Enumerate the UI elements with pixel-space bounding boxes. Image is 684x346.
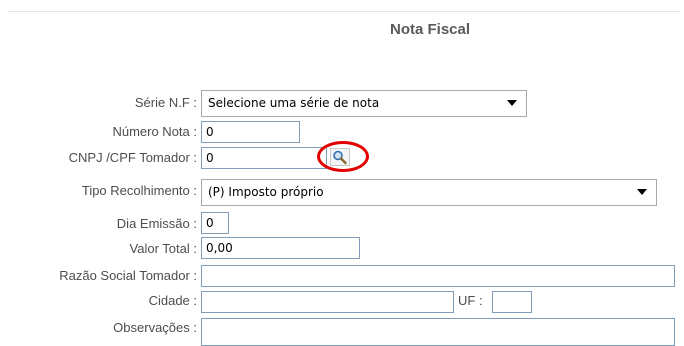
uf-input[interactable] <box>492 291 532 313</box>
numero-nota-label: Número Nota : <box>112 124 197 139</box>
highlight-circle <box>317 141 369 172</box>
numero-nota-input[interactable]: 0 <box>201 121 300 143</box>
tipo-recolhimento-selected-value: (P) Imposto próprio <box>208 185 324 199</box>
observacoes-label: Observações : <box>113 320 197 335</box>
razao-social-label: Razão Social Tomador : <box>59 268 197 283</box>
valor-total-label: Valor Total : <box>129 241 197 256</box>
dia-emissao-input[interactable]: 0 <box>201 212 229 234</box>
uf-label: UF : <box>458 293 483 308</box>
cnpj-label: CNPJ /CPF Tomador : <box>68 150 197 165</box>
tipo-recolhimento-label: Tipo Recolhimento : <box>81 183 197 198</box>
serie-select[interactable]: Selecione uma série de nota <box>201 90 527 117</box>
chevron-down-icon <box>637 189 647 195</box>
cidade-input[interactable] <box>201 291 454 313</box>
chevron-down-icon <box>507 100 517 106</box>
tipo-recolhimento-select[interactable]: (P) Imposto próprio <box>201 179 657 206</box>
valor-total-input[interactable]: 0,00 <box>201 237 360 259</box>
serie-label: Série N.F : <box>134 95 197 110</box>
cnpj-input[interactable]: 0 <box>201 147 327 169</box>
serie-selected-value: Selecione uma série de nota <box>208 96 380 110</box>
dia-emissao-label: Dia Emissão : <box>116 216 197 231</box>
cidade-label: Cidade : <box>148 293 197 308</box>
page-title: Nota Fiscal <box>390 21 471 38</box>
top-divider <box>8 11 680 12</box>
razao-social-input[interactable] <box>201 265 675 287</box>
